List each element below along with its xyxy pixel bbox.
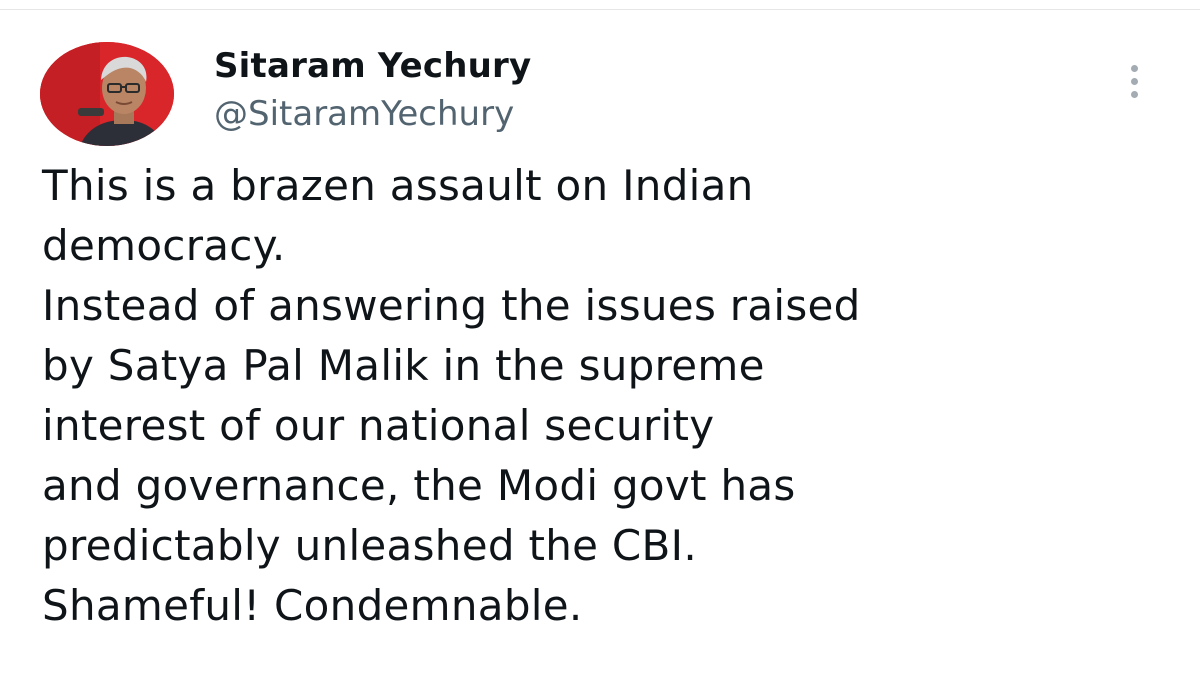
top-divider (0, 9, 1200, 10)
tweet-text-line: interest of our national security (42, 401, 715, 450)
more-vertical-icon-dot (1130, 77, 1138, 85)
tweet-text-line: This is a brazen assault on Indian (42, 161, 754, 210)
tweet-text-line: predictably unleashed the CBI. (42, 521, 697, 570)
avatar[interactable] (40, 42, 174, 146)
tweet-text-line: democracy. (42, 221, 286, 270)
more-vertical-icon-dot (1130, 90, 1138, 98)
tweet-text-line: Shameful! Condemnable. (42, 581, 583, 630)
more-options-button[interactable] (1114, 58, 1154, 104)
tweet-text-line: and governance, the Modi govt has (42, 461, 796, 510)
tweet-text-line: by Satya Pal Malik in the supreme (42, 341, 765, 390)
avatar-image (40, 42, 174, 146)
tweet-text-line: Instead of answering the issues raised (42, 281, 861, 330)
more-vertical-icon (1130, 64, 1138, 72)
author-display-name[interactable]: Sitaram Yechury (214, 44, 531, 88)
tweet-text: This is a brazen assault on Indian democ… (42, 156, 1162, 636)
author-handle[interactable]: @SitaramYechury (214, 92, 514, 136)
